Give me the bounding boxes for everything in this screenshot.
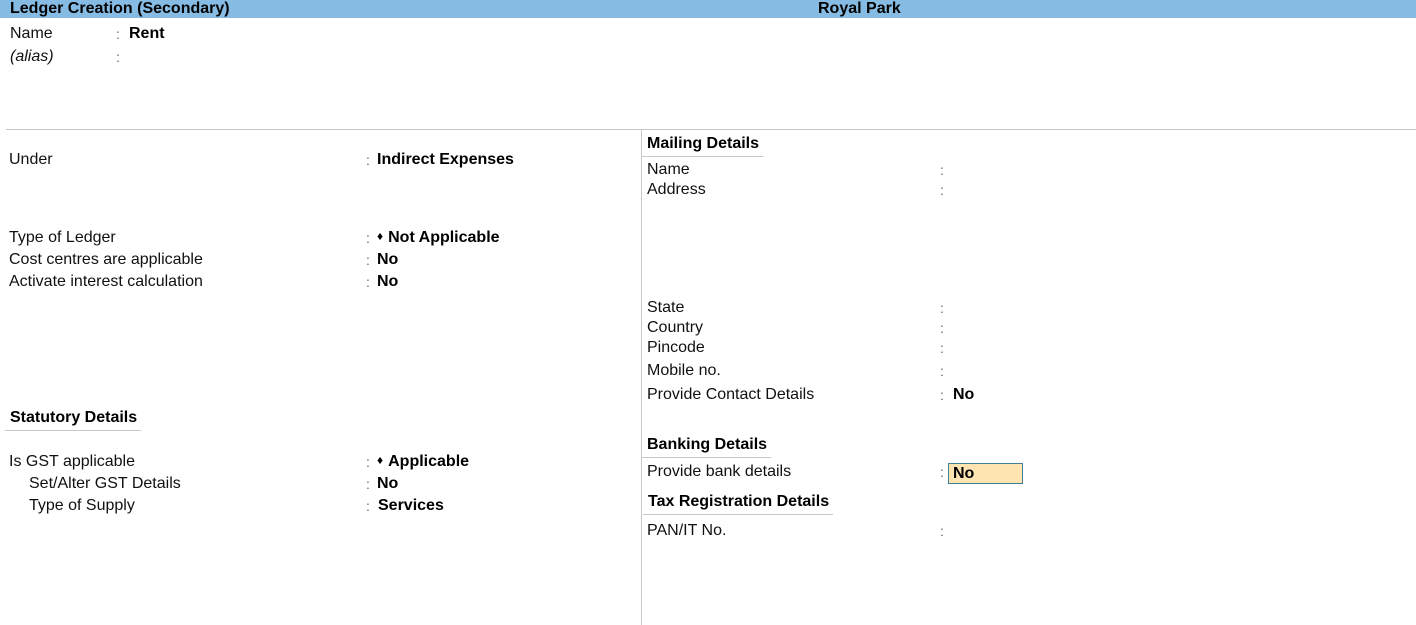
pan-label: PAN/IT No.	[647, 522, 727, 539]
company-name: Royal Park	[818, 0, 901, 17]
type-of-ledger-label: Type of Ledger	[9, 229, 116, 246]
country-field[interactable]	[953, 318, 1153, 338]
bank-details-label: Provide bank details	[647, 463, 792, 480]
gst-applicable-colon: :	[366, 454, 370, 470]
alias-label: (alias)	[10, 48, 54, 65]
mailing-name-colon: :	[940, 162, 944, 178]
alias-colon: :	[116, 49, 120, 65]
cost-centres-label: Cost centres are applicable	[9, 251, 203, 268]
mailing-details-heading: Mailing Details	[642, 134, 764, 157]
country-label: Country	[647, 319, 704, 336]
diamond-icon: ♦	[377, 453, 384, 467]
type-of-ledger-colon: :	[366, 230, 370, 246]
contact-details-colon: :	[940, 387, 944, 403]
contact-details-field[interactable]: No	[953, 385, 974, 405]
cost-centres-colon: :	[366, 252, 370, 268]
statutory-details-heading: Statutory Details	[5, 408, 142, 431]
mobile-colon: :	[940, 363, 944, 379]
interest-calc-field[interactable]: No	[377, 272, 398, 292]
type-of-supply-field[interactable]: Services	[378, 496, 444, 516]
interest-calc-colon: :	[366, 274, 370, 290]
under-label: Under	[9, 151, 53, 168]
set-alter-gst-field[interactable]: No	[377, 474, 398, 494]
interest-calc-label: Activate interest calculation	[9, 273, 203, 290]
gst-applicable-field[interactable]: ♦ Applicable	[377, 452, 469, 472]
pan-field[interactable]	[953, 521, 1153, 541]
name-colon: :	[116, 26, 120, 42]
panel-divider	[641, 130, 642, 625]
address-label: Address	[647, 181, 706, 198]
name-field[interactable]: Rent	[129, 24, 165, 44]
mobile-field[interactable]	[953, 361, 1153, 381]
mobile-label: Mobile no.	[647, 362, 721, 379]
state-label: State	[647, 299, 685, 316]
pan-colon: :	[940, 523, 944, 539]
address-colon: :	[940, 182, 944, 198]
window-title: Ledger Creation (Secondary)	[10, 0, 230, 17]
cost-centres-field[interactable]: No	[377, 250, 398, 270]
mailing-name-label: Name	[647, 161, 690, 178]
country-colon: :	[940, 320, 944, 336]
title-bar: Ledger Creation (Secondary) Royal Park	[0, 0, 1416, 18]
contact-details-label: Provide Contact Details	[647, 386, 815, 403]
address-field[interactable]	[953, 180, 1153, 200]
pincode-colon: :	[940, 340, 944, 356]
bank-details-colon: :	[940, 464, 944, 480]
diamond-icon: ♦	[377, 229, 384, 243]
type-of-ledger-field[interactable]: ♦ Not Applicable	[377, 228, 500, 248]
set-alter-gst-label: Set/Alter GST Details	[29, 475, 181, 492]
mailing-name-field[interactable]	[953, 160, 1153, 180]
gst-applicable-label: Is GST applicable	[9, 453, 135, 470]
name-label: Name	[10, 25, 53, 42]
state-colon: :	[940, 300, 944, 316]
pincode-field[interactable]	[953, 338, 1153, 358]
type-of-supply-colon: :	[366, 498, 370, 514]
pincode-label: Pincode	[647, 339, 705, 356]
type-of-ledger-value: Not Applicable	[388, 229, 500, 246]
type-of-supply-label: Type of Supply	[29, 497, 135, 514]
tax-registration-heading: Tax Registration Details	[643, 492, 834, 515]
under-field[interactable]: Indirect Expenses	[377, 150, 514, 170]
header-divider	[6, 129, 1416, 130]
bank-details-field[interactable]: No	[948, 463, 1023, 484]
gst-applicable-value: Applicable	[388, 453, 470, 470]
set-alter-gst-colon: :	[366, 476, 370, 492]
under-colon: :	[366, 152, 370, 168]
alias-field[interactable]	[129, 47, 329, 67]
state-field[interactable]	[953, 298, 1153, 318]
banking-details-heading: Banking Details	[642, 435, 772, 458]
